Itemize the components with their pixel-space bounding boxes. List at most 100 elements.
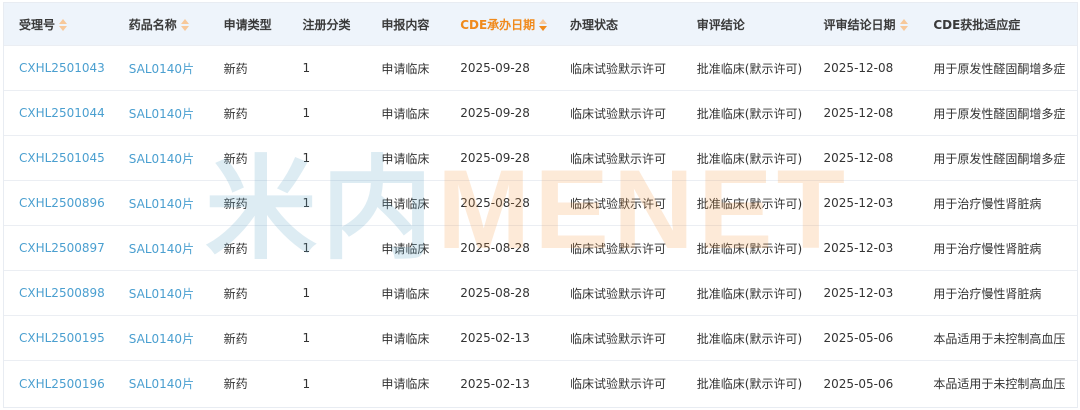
table-row[interactable]: CXHL2501044 SAL0140片 新药 1 申请临床 2025-09-28 临床试验…: [4, 91, 1077, 136]
cell-submission-content: 申请临床: [381, 151, 430, 166]
cell-conclusion: 批准临床(默示许可): [696, 61, 803, 76]
table-header: 受理号 药品名称 申请类型 注册分类 申报内容 CDE承办日期 办理状态 审评结…: [4, 3, 1077, 46]
cell-conclusion: 批准临床(默示许可): [696, 151, 803, 166]
cell-cde-date: 2025-08-28: [460, 196, 530, 210]
cell-cde-date: 2025-02-13: [460, 331, 530, 345]
cell-cde-date: 2025-09-28: [460, 61, 530, 75]
cell-indication: 用于治疗慢性肾脏病: [933, 241, 1042, 256]
cell-application-type: 新药: [223, 61, 248, 76]
table-row[interactable]: CXHL2501043 SAL0140片 新药 1 申请临床 2025-09-28 临床试验…: [4, 46, 1077, 91]
cell-conclusion-date: 2025-12-03: [823, 241, 894, 255]
header-conclusion: 审评结论: [682, 16, 809, 33]
cell-acceptance-no-link[interactable]: CXHL2501044: [4, 106, 114, 120]
cell-indication: 用于原发性醛固酮增多症: [933, 151, 1066, 166]
cell-indication: 用于治疗慢性肾脏病: [933, 286, 1042, 301]
header-label: 审评结论: [696, 17, 745, 32]
table-row[interactable]: CXHL2500896 SAL0140片 新药 1 申请临床 2025-08-28 临床试验…: [4, 181, 1077, 226]
cell-acceptance-no-link[interactable]: CXHL2500196: [4, 377, 114, 391]
cell-indication: 用于原发性醛固酮增多症: [933, 61, 1066, 76]
header-drug-name[interactable]: 药品名称: [114, 16, 209, 33]
cell-registration-class: 1: [302, 151, 311, 165]
cell-application-type: 新药: [223, 196, 248, 211]
table-row[interactable]: CXHL2500898 SAL0140片 新药 1 申请临床 2025-08-28 临床试验…: [4, 271, 1077, 316]
cell-acceptance-no-link[interactable]: CXHL2500195: [4, 331, 114, 345]
cell-submission-content: 申请临床: [381, 61, 430, 76]
cell-registration-class: 1: [302, 61, 311, 75]
cell-status: 临床试验默示许可: [570, 241, 667, 256]
cell-acceptance-no-link[interactable]: CXHL2501045: [4, 151, 114, 165]
header-label: 受理号: [19, 17, 56, 32]
cell-acceptance-no-link[interactable]: CXHL2500898: [4, 286, 114, 300]
cell-indication: 本品适用于未控制高血压: [933, 377, 1066, 391]
table-row[interactable]: CXHL2500897 SAL0140片 新药 1 申请临床 2025-08-28 临床试验…: [4, 226, 1077, 271]
cell-drug-name-link[interactable]: SAL0140片: [114, 285, 209, 302]
cell-application-type: 新药: [223, 377, 248, 391]
header-conclusion-date[interactable]: 评审结论日期: [809, 16, 919, 33]
cell-acceptance-no-link[interactable]: CXHL2501043: [4, 61, 114, 75]
cell-status: 临床试验默示许可: [570, 377, 667, 391]
cell-status: 临床试验默示许可: [570, 331, 667, 346]
cell-acceptance-no-link[interactable]: CXHL2500897: [4, 241, 114, 255]
cell-registration-class: 1: [302, 376, 311, 391]
cell-status: 临床试验默示许可: [570, 106, 667, 121]
cell-drug-name-link[interactable]: SAL0140片: [114, 60, 209, 77]
cell-registration-class: 1: [302, 331, 311, 345]
cell-cde-date: 2025-02-13: [460, 376, 530, 391]
cell-application-type: 新药: [223, 151, 248, 166]
cell-drug-name-link[interactable]: SAL0140片: [114, 105, 209, 122]
cell-submission-content: 申请临床: [381, 377, 430, 391]
cell-drug-name-link[interactable]: SAL0140片: [114, 195, 209, 212]
sort-icon[interactable]: [59, 18, 68, 31]
cell-status: 临床试验默示许可: [570, 151, 667, 166]
cell-cde-date: 2025-08-28: [460, 286, 530, 300]
table-row[interactable]: CXHL2500196 SAL0140片 新药 1 申请临床 2025-02-13 临床试验…: [4, 361, 1077, 406]
table-row[interactable]: CXHL2500195 SAL0140片 新药 1 申请临床 2025-02-13 临床试验…: [4, 316, 1077, 361]
cell-drug-name-link[interactable]: SAL0140片: [114, 240, 209, 257]
cell-submission-content: 申请临床: [381, 331, 430, 346]
cell-registration-class: 1: [302, 106, 311, 120]
cell-cde-date: 2025-09-28: [460, 106, 530, 120]
header-label: 药品名称: [128, 17, 177, 32]
cell-status: 临床试验默示许可: [570, 286, 667, 301]
cell-indication: 本品适用于未控制高血压: [933, 331, 1066, 346]
cell-registration-class: 1: [302, 196, 311, 210]
cell-submission-content: 申请临床: [381, 241, 430, 256]
cell-submission-content: 申请临床: [381, 106, 430, 121]
results-table: 受理号 药品名称 申请类型 注册分类 申报内容 CDE承办日期 办理状态 审评结…: [3, 2, 1078, 408]
cell-status: 临床试验默示许可: [570, 196, 667, 211]
cell-submission-content: 申请临床: [381, 286, 430, 301]
header-acceptance-no[interactable]: 受理号: [4, 16, 114, 33]
cell-indication: 用于原发性醛固酮增多症: [933, 106, 1066, 121]
header-cde-date[interactable]: CDE承办日期: [445, 16, 555, 33]
cell-conclusion: 批准临床(默示许可): [696, 286, 803, 301]
cell-drug-name-link[interactable]: SAL0140片: [114, 330, 209, 347]
sort-icon[interactable]: [899, 18, 908, 31]
sort-icon[interactable]: [180, 18, 189, 31]
header-label: 申请类型: [223, 17, 272, 32]
cell-drug-name-link[interactable]: SAL0140片: [114, 375, 209, 392]
cell-application-type: 新药: [223, 106, 248, 121]
cell-registration-class: 1: [302, 286, 311, 300]
cell-application-type: 新药: [223, 241, 248, 256]
cell-registration-class: 1: [302, 241, 311, 255]
sort-desc-icon[interactable]: [539, 18, 548, 31]
cell-drug-name-link[interactable]: SAL0140片: [114, 150, 209, 167]
cell-conclusion: 批准临床(默示许可): [696, 106, 803, 121]
header-registration-class: 注册分类: [287, 16, 366, 33]
cell-application-type: 新药: [223, 286, 248, 301]
cell-indication: 用于治疗慢性肾脏病: [933, 196, 1042, 211]
cell-conclusion-date: 2025-12-08: [823, 151, 894, 165]
cell-conclusion: 批准临床(默示许可): [696, 331, 803, 346]
cell-conclusion-date: 2025-05-06: [823, 376, 894, 391]
cell-submission-content: 申请临床: [381, 196, 430, 211]
cell-cde-date: 2025-08-28: [460, 241, 530, 255]
table-row[interactable]: CXHL2501045 SAL0140片 新药 1 申请临床 2025-09-28 临床试验…: [4, 136, 1077, 181]
cell-conclusion-date: 2025-12-03: [823, 286, 894, 300]
header-label: 申报内容: [381, 17, 430, 32]
cell-acceptance-no-link[interactable]: CXHL2500896: [4, 196, 114, 210]
cell-application-type: 新药: [223, 331, 248, 346]
header-application-type: 申请类型: [209, 16, 288, 33]
cell-conclusion-date: 2025-12-08: [823, 61, 894, 75]
header-label: 注册分类: [302, 17, 351, 32]
cell-conclusion: 批准临床(默示许可): [696, 241, 803, 256]
